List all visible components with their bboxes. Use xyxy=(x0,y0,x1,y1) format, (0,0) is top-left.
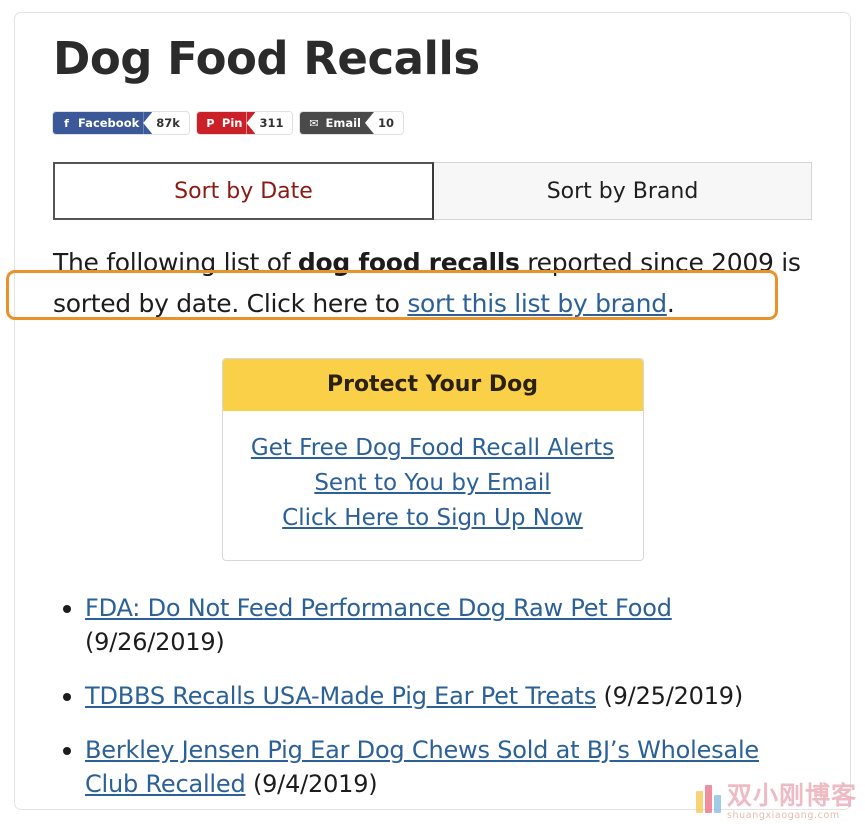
tab-sort-by-brand[interactable]: Sort by Brand xyxy=(434,162,812,220)
list-item: Berkley Jensen Pig Ear Dog Chews Sold at… xyxy=(63,733,812,801)
watermark-url: shuangxiaogang.com xyxy=(726,810,840,821)
share-pinterest-count: 311 xyxy=(255,112,293,134)
intro-text-3: . xyxy=(666,289,675,318)
recall-link-1[interactable]: FDA: Do Not Feed Performance Dog Raw Pet… xyxy=(85,594,672,622)
page-title: Dog Food Recalls xyxy=(53,32,480,85)
recall-date-2: (9/25/2019) xyxy=(603,682,744,710)
share-button-facebook[interactable]: f Facebook 87k xyxy=(53,112,189,134)
protect-box-heading: Protect Your Dog xyxy=(222,359,643,411)
protect-link-email[interactable]: Sent to You by Email xyxy=(223,466,643,501)
intro-text-1: The following list of xyxy=(53,248,298,277)
share-button-pinterest[interactable]: P Pin 311 xyxy=(196,112,293,134)
protect-box-body: Get Free Dog Food Recall Alerts Sent to … xyxy=(223,411,643,560)
recall-list: FDA: Do Not Feed Performance Dog Raw Pet… xyxy=(53,591,812,801)
share-email-count: 10 xyxy=(373,112,403,134)
sort-tabs: Sort by Date Sort by Brand xyxy=(53,162,812,220)
share-email-left: ✉ Email xyxy=(300,112,365,134)
recall-date-1: (9/26/2019) xyxy=(85,628,225,656)
tab-sort-by-date[interactable]: Sort by Date xyxy=(53,162,434,220)
share-bar: f Facebook 87k P Pin 311 ✉ Email 10 xyxy=(53,112,850,134)
share-pinterest-left: P Pin xyxy=(196,112,247,134)
protect-link-signup[interactable]: Click Here to Sign Up Now xyxy=(223,501,643,536)
share-pinterest-label: Pin xyxy=(221,116,243,130)
share-button-email[interactable]: ✉ Email 10 xyxy=(300,112,403,134)
pinterest-icon: P xyxy=(206,116,215,130)
recall-link-2[interactable]: TDBBS Recalls USA-Made Pig Ear Pet Treat… xyxy=(85,682,596,710)
protect-your-dog-box: Protect Your Dog Get Free Dog Food Recal… xyxy=(221,358,644,561)
envelope-icon: ✉ xyxy=(309,116,319,130)
page-card: Dog Food Recalls f Facebook 87k P Pin 31… xyxy=(14,12,851,810)
intro-paragraph: The following list of dog food recalls r… xyxy=(53,242,812,324)
share-pinterest-notch xyxy=(246,112,255,134)
list-item: FDA: Do Not Feed Performance Dog Raw Pet… xyxy=(63,591,812,659)
share-facebook-notch xyxy=(143,112,152,134)
protect-link-alerts[interactable]: Get Free Dog Food Recall Alerts xyxy=(223,431,643,466)
tab-sort-by-brand-label: Sort by Brand xyxy=(546,178,699,204)
sort-by-brand-link[interactable]: sort this list by brand xyxy=(407,289,667,318)
share-facebook-count: 87k xyxy=(152,112,189,134)
share-facebook-left: f Facebook xyxy=(53,112,144,134)
facebook-icon: f xyxy=(64,116,69,130)
intro-bold-term: dog food recalls xyxy=(297,248,520,277)
recall-date-3: (9/4/2019) xyxy=(252,770,378,798)
tab-sort-by-date-label: Sort by Date xyxy=(174,178,313,204)
share-email-notch xyxy=(365,112,374,134)
share-email-label: Email xyxy=(325,116,361,130)
share-facebook-label: Facebook xyxy=(78,116,140,130)
recall-link-3[interactable]: Berkley Jensen Pig Ear Dog Chews Sold at… xyxy=(85,736,759,798)
list-item: TDBBS Recalls USA-Made Pig Ear Pet Treat… xyxy=(63,679,812,713)
